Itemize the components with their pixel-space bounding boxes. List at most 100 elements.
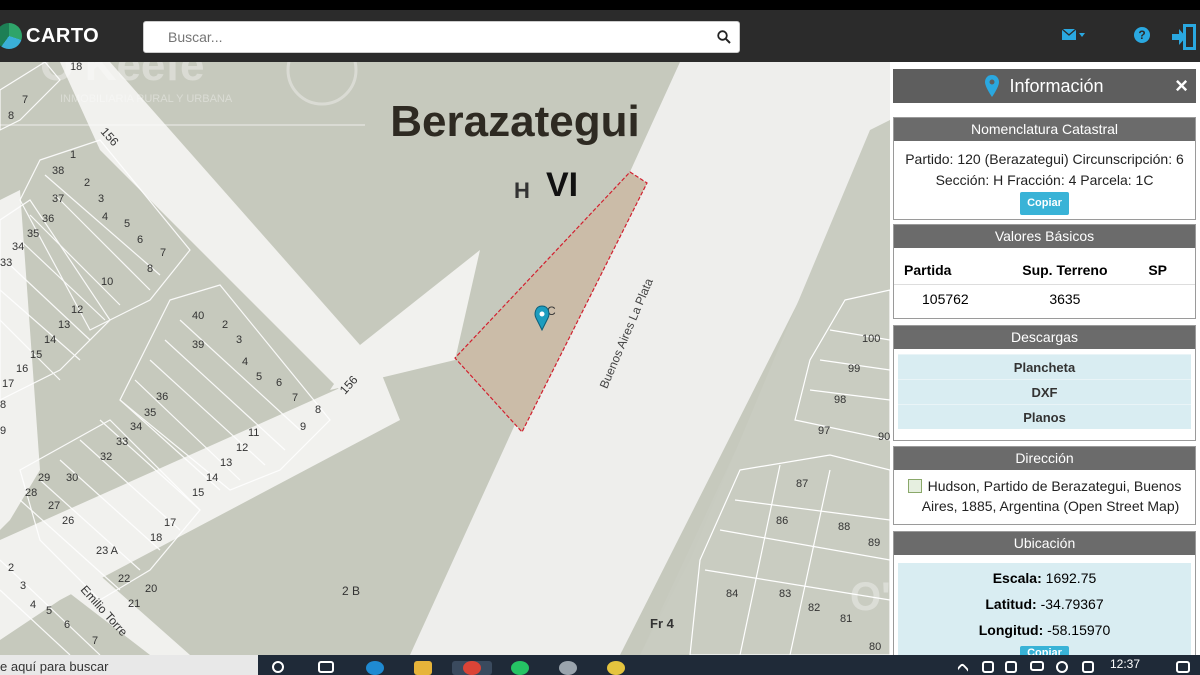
tray-icon-1[interactable] [982,661,994,673]
svg-text:3: 3 [236,334,242,346]
svg-text:5: 5 [256,371,262,383]
val-sup-terreno: 3635 [1049,291,1081,308]
svg-text:9: 9 [300,421,306,433]
svg-text:88: 88 [838,521,850,533]
svg-text:2: 2 [8,562,14,574]
svg-text:33: 33 [116,436,128,448]
watermark-subtitle: INMOBILIARIA RURAL Y URBANA [60,93,233,105]
direccion-header: Dirección [894,447,1195,470]
latitud-label: Latitud: [985,596,1037,612]
svg-text:3: 3 [98,193,104,205]
direccion-text: Hudson, Partido de Berazategui, Buenos A… [921,478,1182,514]
sticky-app-icon[interactable] [607,661,625,675]
network-icon[interactable] [1056,661,1068,673]
chevron-up-icon[interactable] [956,662,970,675]
windows-taskbar: e aquí para buscar 12:37 [0,655,1200,675]
app-icon[interactable] [559,661,577,675]
svg-text:2: 2 [222,319,228,331]
info-panel-header: Información × [893,69,1196,103]
watermark-name: O'Keefe [40,62,205,90]
map-canvas[interactable]: Berazategui H VI 1C Buenos Aires La Plat… [0,62,890,655]
search-input[interactable] [144,22,704,52]
svg-text:21: 21 [128,598,140,610]
svg-text:36: 36 [156,391,168,403]
cadastral-map[interactable]: Berazategui H VI 1C Buenos Aires La Plat… [0,62,890,655]
direccion-box: Dirección Hudson, Partido de Berazategui… [893,446,1196,525]
svg-text:35: 35 [27,228,39,240]
nomenclatura-header: Nomenclatura Catastral [894,118,1195,141]
val-sp [1127,284,1195,314]
svg-text:8: 8 [8,110,14,122]
logout-button[interactable] [1170,22,1198,57]
svg-text:33: 33 [0,257,12,269]
escala-value: 1692.75 [1045,570,1097,586]
file-explorer-icon[interactable] [414,661,432,675]
copy-ubicacion-button[interactable]: Copiar [1020,646,1069,655]
task-view-search-icon[interactable] [272,661,284,673]
search-box[interactable] [143,21,740,53]
svg-text:12: 12 [71,304,83,316]
mail-dropdown-button[interactable] [1061,28,1086,47]
copy-nomenclatura-button[interactable]: Copiar [1020,192,1069,215]
svg-text:8: 8 [315,404,321,416]
svg-text:28: 28 [25,487,37,499]
svg-text:35: 35 [144,407,156,419]
zone-h-label: H [514,178,530,203]
download-plancheta-link[interactable]: Plancheta [898,354,1191,379]
tray-icon-3[interactable] [1030,661,1044,671]
svg-text:3: 3 [20,580,26,592]
svg-text:4: 4 [30,599,36,611]
svg-text:84: 84 [726,588,738,600]
svg-text:83: 83 [779,588,791,600]
svg-text:82: 82 [808,602,820,614]
descargas-header: Descargas [894,326,1195,349]
svg-text:4: 4 [102,211,108,223]
close-icon[interactable]: × [1175,73,1188,99]
valores-basicos-box: Valores Básicos Partida Sup. Terreno SP … [893,224,1196,319]
taskbar-search-text: e aquí para buscar [0,659,109,674]
svg-text:34: 34 [130,421,142,433]
taskbar-search-box[interactable]: e aquí para buscar [0,655,258,675]
whatsapp-icon[interactable] [511,661,529,675]
task-view-icon[interactable] [318,661,334,673]
descargas-box: Descargas Plancheta DXF Planos [893,325,1196,441]
svg-text:32: 32 [100,451,112,463]
logout-icon [1172,24,1196,50]
download-planos-link[interactable]: Planos [898,404,1191,429]
svg-text:15: 15 [192,487,204,499]
search-icon[interactable] [717,30,731,44]
svg-text:38: 38 [52,165,64,177]
svg-text:5: 5 [46,605,52,617]
col-partida: Partida [904,261,952,278]
logo-text: CARTO [26,24,100,47]
chrome-icon[interactable] [463,661,481,675]
ubicacion-box: Ubicación Escala: 1692.75 Latitud: -34.7… [893,531,1196,655]
svg-text:8: 8 [0,399,6,411]
download-dxf-link[interactable]: DXF [898,379,1191,404]
svg-text:87: 87 [796,478,808,490]
svg-text:4: 4 [242,356,248,368]
svg-text:14: 14 [206,472,218,484]
svg-text:5: 5 [124,218,130,230]
svg-text:12: 12 [236,442,248,454]
svg-text:23 A: 23 A [96,545,119,557]
help-icon[interactable]: ? [1134,27,1150,43]
taskbar-clock[interactable]: 12:37 [1110,657,1140,671]
app-logo[interactable]: CARTO [0,22,99,50]
svg-text:7: 7 [160,247,166,259]
svg-text:6: 6 [276,377,282,389]
svg-text:18: 18 [150,532,162,544]
col-sp: SP [1148,261,1167,278]
lot-2b-label: 2 B [342,584,360,598]
longitud-label: Longitud: [978,622,1044,638]
edge-browser-icon[interactable] [366,661,384,675]
svg-text:7: 7 [92,635,98,647]
svg-text:98: 98 [834,394,846,406]
logo-mark-icon [0,23,22,49]
svg-text:36: 36 [42,213,54,225]
tray-icon-2[interactable] [1005,661,1017,673]
svg-text:99: 99 [848,363,860,375]
svg-text:2: 2 [84,177,90,189]
notifications-icon[interactable] [1176,661,1190,673]
volume-icon[interactable] [1082,661,1094,673]
